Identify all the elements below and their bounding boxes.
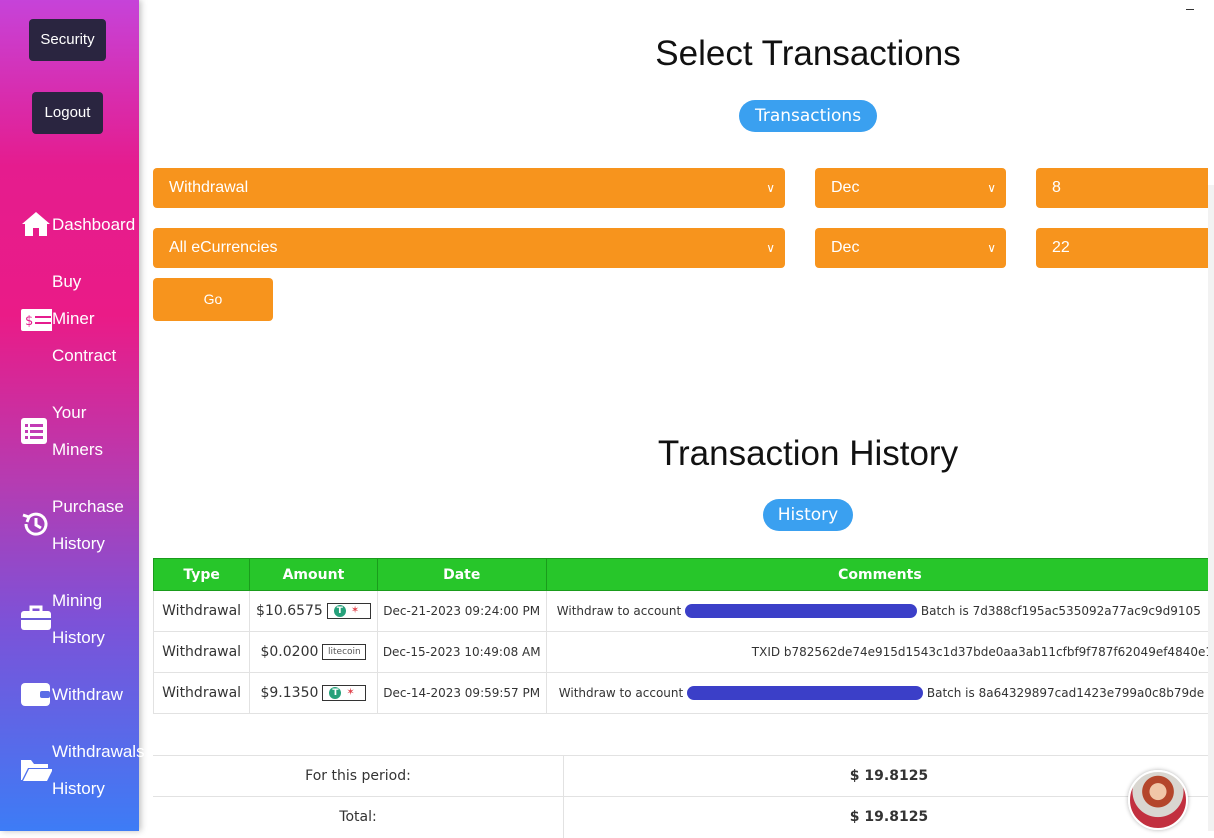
logout-button[interactable]: Logout (32, 92, 103, 134)
sidebar-item-withdraw[interactable]: Withdraw (0, 676, 139, 713)
chevron-down-icon: ∨ (987, 241, 996, 255)
date-cell: Dec-14-2023 09:59:57 PM (376, 672, 547, 714)
section-title: Transaction History (657, 434, 959, 473)
transaction-table: Type Amount Date Comments Withdrawal $10… (152, 558, 1214, 714)
currency-select-value: All eCurrencies (169, 239, 278, 256)
from-day-input[interactable]: 8 (1036, 168, 1208, 208)
total-label: Total: (153, 797, 564, 838)
sidebar-item-your-miners[interactable]: Your Miners (0, 394, 139, 468)
type-select[interactable]: Withdrawal ∨ (153, 168, 785, 208)
type-cell: Withdrawal (152, 631, 251, 673)
tether-logo-icon: T ✶ (326, 603, 371, 619)
to-day-value: 22 (1052, 239, 1070, 256)
sidebar-item-label: Dashboard (52, 215, 136, 234)
comment-cell: Withdraw to account Batch is 8a64329897c… (545, 672, 1214, 714)
amount-cell: $0.0200 litecoin (249, 631, 378, 673)
column-header-comments: Comments (545, 558, 1214, 591)
comment-prefix: Withdraw to account (556, 603, 682, 618)
sidebar-item-label: Miner (52, 309, 95, 328)
type-select-value: Withdrawal (169, 179, 249, 196)
history-icon (22, 512, 48, 536)
sidebar-item-buy-miner-contract[interactable]: $ Buy Miner Contract (0, 263, 139, 374)
amount-value: $9.1350 (260, 685, 319, 701)
sidebar-item-label: History (52, 628, 105, 647)
to-month-select[interactable]: Dec ∨ (815, 228, 1006, 268)
table-header-row: Type Amount Date Comments (152, 558, 1214, 591)
date-cell: Dec-15-2023 10:49:08 AM (376, 631, 547, 673)
chevron-down-icon: ∨ (987, 181, 996, 195)
chevron-down-icon: ∨ (766, 241, 775, 255)
sidebar-item-label: Withdrawals (52, 742, 145, 761)
go-button[interactable]: Go (153, 278, 273, 321)
support-chat-avatar[interactable] (1128, 770, 1188, 830)
amount-cell: $9.1350 T ✶ (249, 672, 378, 714)
transactions-tab[interactable]: Transactions (739, 100, 877, 132)
history-tab[interactable]: History (763, 499, 853, 531)
home-icon (22, 212, 50, 236)
chevron-down-icon: ∨ (766, 181, 775, 195)
from-day-value: 8 (1052, 179, 1061, 196)
svg-text:$: $ (25, 314, 33, 329)
briefcase-icon (21, 605, 51, 630)
divider (1186, 9, 1194, 10)
redacted-account (685, 604, 918, 619)
sidebar-item-label: Miners (52, 440, 104, 459)
sidebar-item-dashboard[interactable]: Dashboard (0, 206, 139, 243)
comment-suffix: Batch is 8a64329897cad1423e799a0c8b79de (926, 685, 1205, 700)
sidebar: Security Logout Dashboard $ Buy Miner Co… (0, 0, 145, 831)
sidebar-item-label: Mining (52, 591, 103, 610)
type-cell: Withdrawal (152, 672, 251, 714)
sidebar-item-mining-history[interactable]: Mining History (0, 582, 139, 656)
table-row: Withdrawal $0.0200 litecoin Dec-15-2023 1… (152, 631, 1214, 673)
to-month-value: Dec (831, 239, 860, 256)
type-cell: Withdrawal (152, 590, 251, 632)
wallet-icon (21, 683, 50, 706)
comment-cell: TXID b782562de74e915d1543c1d37bde0aa3ab1… (545, 631, 1214, 673)
column-header-type: Type (152, 558, 251, 591)
period-label: For this period: (153, 756, 564, 797)
sidebar-item-purchase-history[interactable]: Purchase History (0, 488, 139, 562)
sidebar-item-label: Your (52, 403, 87, 422)
amount-cell: $10.6575 T ✶ (249, 590, 378, 632)
sidebar-item-label: Purchase (52, 497, 124, 516)
tether-logo-icon: T ✶ (322, 685, 367, 701)
table-row: Withdrawal $10.6575 T ✶ Dec-21-2023 09:24:… (152, 590, 1214, 632)
comment-suffix: TXID b782562de74e915d1543c1d37bde0aa3ab1… (751, 645, 1213, 659)
from-month-select[interactable]: Dec ∨ (815, 168, 1006, 208)
column-header-amount: Amount (249, 558, 378, 591)
list-icon (21, 418, 47, 444)
amount-value: $10.6575 (256, 603, 323, 619)
redacted-account (687, 686, 924, 701)
column-header-date: Date (376, 558, 547, 591)
page-title: Select Transactions (655, 34, 961, 73)
period-value: $ 19.8125 (849, 768, 929, 784)
sidebar-item-label: History (52, 779, 105, 798)
litecoin-logo-icon: litecoin (322, 644, 367, 660)
security-button[interactable]: Security (29, 19, 106, 61)
total-value: $ 19.8125 (849, 809, 929, 825)
date-cell: Dec-21-2023 09:24:00 PM (376, 590, 547, 632)
sidebar-item-label: Contract (52, 346, 117, 365)
dollar-card-icon: $ (21, 309, 52, 331)
sidebar-item-label: Withdraw (52, 685, 123, 704)
sidebar-item-withdrawals-history[interactable]: Withdrawals History (0, 733, 145, 807)
sidebar-item-label: History (52, 534, 105, 553)
comment-cell: Withdraw to account Batch is 7d388cf195a… (545, 590, 1214, 632)
period-summary-row: For this period: $ 19.8125 (153, 755, 1214, 797)
currency-select[interactable]: All eCurrencies ∨ (153, 228, 785, 268)
from-month-value: Dec (831, 179, 860, 196)
folder-icon (21, 760, 52, 781)
amount-value: $0.0200 (260, 644, 319, 660)
comment-prefix: Withdraw to account (558, 685, 684, 700)
scrollbar[interactable] (1208, 185, 1214, 831)
sidebar-item-label: Buy (52, 272, 82, 291)
to-day-input[interactable]: 22 (1036, 228, 1208, 268)
table-row: Withdrawal $9.1350 T ✶ Dec-14-2023 09:59:5… (152, 672, 1214, 714)
comment-suffix: Batch is 7d388cf195ac535092a77ac9c9d9105 (920, 603, 1201, 618)
